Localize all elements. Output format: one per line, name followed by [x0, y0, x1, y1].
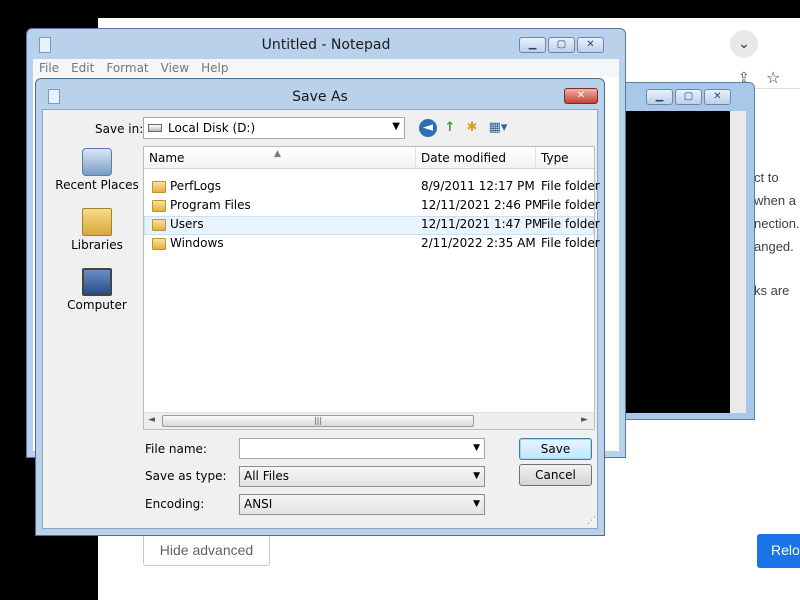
dropdown-arrow-icon: ▼: [473, 471, 480, 481]
navigation-toolbar: ◄ ↑ ✱ ▦▾: [419, 119, 511, 137]
page-text-line: ct to: [754, 170, 779, 185]
up-folder-icon[interactable]: ↑: [441, 119, 459, 137]
save-as-type-value: All Files: [244, 469, 290, 483]
hide-advanced-button[interactable]: Hide advanced: [143, 534, 270, 566]
place-label: Libraries: [71, 238, 123, 252]
file-name: Windows: [170, 236, 224, 250]
menu-file[interactable]: File: [33, 59, 65, 77]
column-name[interactable]: Name ▲: [144, 147, 416, 169]
place-recent-places[interactable]: Recent Places: [51, 148, 143, 208]
place-label: Computer: [67, 298, 127, 312]
menu-view[interactable]: View: [155, 59, 195, 77]
back-icon[interactable]: ◄: [419, 119, 437, 137]
background-window: ▁ ▢ ✕: [615, 82, 755, 420]
maximize-button[interactable]: ▢: [548, 37, 575, 53]
menu-help[interactable]: Help: [195, 59, 234, 77]
maximize-button[interactable]: ▢: [675, 89, 702, 105]
save-as-type-label: Save as type:: [145, 469, 227, 483]
scroll-right-icon[interactable]: ►: [581, 415, 588, 425]
save-as-type-dropdown[interactable]: All Files ▼: [239, 466, 485, 487]
dropdown-arrow-icon: ▼: [473, 443, 480, 453]
window-controls: ▁ ▢ ✕: [517, 37, 604, 53]
download-button[interactable]: ⌄: [730, 30, 758, 58]
minimize-button[interactable]: ▁: [646, 89, 673, 105]
sort-ascending-icon: ▲: [274, 149, 281, 159]
window-content: [622, 111, 746, 413]
column-name-label: Name: [149, 151, 185, 165]
file-date: 8/9/2011 12:17 PM: [421, 179, 535, 193]
page-text-line: anged.: [754, 239, 794, 254]
bookmark-star-icon[interactable]: ☆: [766, 68, 780, 87]
scrollbar-thumb[interactable]: |||: [162, 415, 474, 427]
place-computer[interactable]: Computer: [51, 268, 143, 328]
folder-icon: [152, 219, 166, 231]
dialog-body: Save in: Local Disk (D:) ▼ ◄ ↑ ✱ ▦▾ Rece…: [42, 109, 600, 529]
dialog-controls: ✕: [562, 88, 598, 104]
reload-button[interactable]: Relo: [757, 534, 800, 568]
minimize-button[interactable]: ▁: [519, 37, 546, 53]
file-row[interactable]: Program Files 12/11/2021 2:46 PM File fo…: [144, 197, 600, 216]
recent-places-icon: [82, 148, 112, 176]
file-type: File folder: [541, 198, 600, 212]
column-type[interactable]: Type: [536, 147, 596, 169]
file-name: PerfLogs: [170, 179, 222, 193]
new-folder-icon[interactable]: ✱: [463, 119, 481, 137]
menu-bar: File Edit Format View Help: [33, 59, 619, 77]
page-text-line: when a: [754, 193, 796, 208]
file-type: File folder: [541, 236, 600, 250]
cancel-button[interactable]: Cancel: [519, 464, 592, 486]
dropdown-arrow-icon: ▼: [392, 121, 400, 132]
computer-icon: [82, 268, 112, 296]
chevron-down-icon: ⌄: [738, 36, 750, 52]
file-type: File folder: [541, 217, 600, 231]
file-date: 2/11/2022 2:35 AM: [421, 236, 536, 250]
window-controls: ▁ ▢ ✕: [644, 89, 731, 105]
save-in-label: Save in:: [95, 122, 144, 136]
page-text-line: ks are: [754, 283, 790, 298]
file-row[interactable]: Users 12/11/2021 1:47 PM File folder: [144, 216, 600, 235]
menu-format[interactable]: Format: [100, 59, 154, 77]
vertical-scrollbar[interactable]: [730, 111, 746, 413]
column-header: Name ▲ Date modified Type: [144, 147, 594, 169]
file-date: 12/11/2021 1:47 PM: [421, 217, 543, 231]
scroll-grip-icon: |||: [313, 416, 323, 425]
libraries-icon: [82, 208, 112, 236]
file-date: 12/11/2021 2:46 PM: [421, 198, 543, 212]
close-button[interactable]: ✕: [564, 88, 598, 104]
close-button[interactable]: ✕: [577, 37, 604, 53]
close-button[interactable]: ✕: [704, 89, 731, 105]
horizontal-scrollbar[interactable]: ◄ ||| ►: [144, 412, 594, 429]
resize-grip-icon[interactable]: ⋰: [587, 516, 596, 526]
file-name-label: File name:: [145, 442, 207, 456]
menu-edit[interactable]: Edit: [65, 59, 100, 77]
file-row[interactable]: Windows 2/11/2022 2:35 AM File folder: [144, 235, 600, 254]
dropdown-arrow-icon: ▼: [473, 499, 480, 509]
file-name: Users: [170, 217, 204, 231]
file-name-input[interactable]: ▼: [239, 438, 485, 459]
encoding-dropdown[interactable]: ANSI ▼: [239, 494, 485, 515]
save-in-value: Local Disk (D:): [168, 121, 256, 135]
page-text-line: nection.: [754, 216, 800, 231]
drive-icon: [148, 124, 162, 132]
encoding-value: ANSI: [244, 497, 273, 511]
save-button[interactable]: Save: [519, 438, 592, 460]
column-date-modified[interactable]: Date modified: [416, 147, 536, 169]
encoding-label: Encoding:: [145, 497, 205, 511]
folder-icon: [152, 181, 166, 193]
save-as-dialog: Save As ✕ Save in: Local Disk (D:) ▼ ◄ ↑…: [35, 78, 605, 536]
places-bar: Recent Places Libraries Computer: [51, 148, 143, 328]
place-libraries[interactable]: Libraries: [51, 208, 143, 268]
file-name: Program Files: [170, 198, 251, 212]
folder-icon: [152, 238, 166, 250]
file-list[interactable]: Name ▲ Date modified Type PerfLogs 8/9/2…: [143, 146, 600, 430]
scroll-left-icon[interactable]: ◄: [148, 415, 155, 425]
file-type: File folder: [541, 179, 600, 193]
place-label: Recent Places: [55, 178, 139, 192]
folder-icon: [152, 200, 166, 212]
dialog-title: Save As: [292, 89, 348, 105]
file-row[interactable]: PerfLogs 8/9/2011 12:17 PM File folder: [144, 178, 600, 197]
save-in-dropdown[interactable]: Local Disk (D:) ▼: [143, 117, 405, 139]
views-menu-icon[interactable]: ▦▾: [485, 119, 511, 137]
